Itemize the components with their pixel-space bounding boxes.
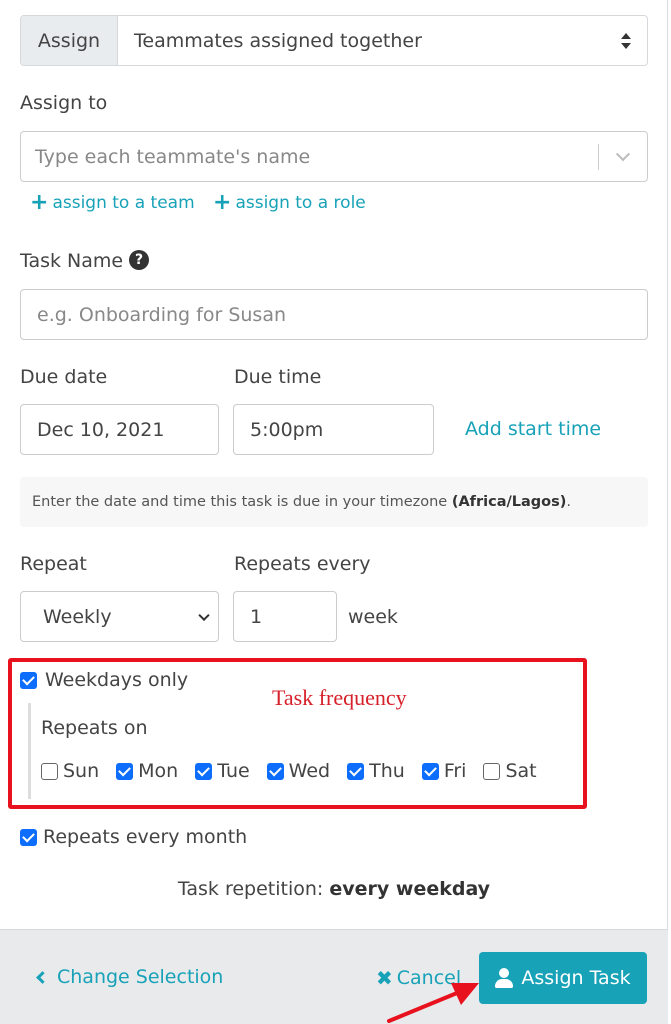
due-date-label: Due date: [20, 366, 108, 388]
day-checkbox-wed[interactable]: Wed: [266, 760, 331, 782]
day-checkbox-sat[interactable]: Sat: [483, 760, 537, 782]
assign-task-button[interactable]: Assign Task: [479, 952, 647, 1004]
day-checkbox-fri[interactable]: Fri: [421, 760, 467, 782]
assign-to-label: Assign to: [20, 92, 108, 114]
day-checkbox-mon[interactable]: Mon: [116, 760, 178, 782]
change-selection-text: Change Selection: [57, 966, 224, 988]
due-time-label: Due time: [234, 366, 322, 388]
timezone-value: (Africa/Lagos): [451, 494, 567, 510]
change-selection-link[interactable]: Change Selection: [36, 966, 224, 988]
repeats-on-label: Repeats on: [41, 717, 148, 739]
repeats-on-days: Sun Mon Tue Wed Thu Fri Sat: [41, 760, 554, 782]
checkbox-checked-icon[interactable]: [20, 828, 37, 846]
assign-task-panel: Assign Teammates assigned together Assig…: [0, 0, 668, 1024]
chevron-left-icon: [36, 970, 49, 984]
sort-updown-icon: [621, 32, 631, 49]
repeats-on-indent-bar: [28, 703, 31, 799]
assign-to-role-link[interactable]: + assign to a role: [213, 192, 366, 214]
day-label: Mon: [138, 760, 179, 782]
due-date-input[interactable]: Dec 10, 2021: [20, 404, 219, 455]
assign-task-text: Assign Task: [521, 967, 631, 989]
cancel-text: Cancel: [396, 967, 462, 989]
assign-mode-select[interactable]: Teammates assigned together: [118, 16, 647, 65]
chevron-down-icon: [198, 609, 210, 621]
task-name-label: Task Name?: [20, 249, 150, 272]
task-name-input[interactable]: e.g. Onboarding for Susan: [20, 289, 648, 340]
timezone-info-suffix: .: [566, 494, 572, 510]
task-name-label-text: Task Name: [20, 250, 124, 272]
repeat-unit-label: week: [348, 606, 398, 628]
repeat-frequency-value: Weekly: [43, 605, 112, 628]
day-label: Thu: [369, 760, 405, 782]
checkbox-unchecked-icon[interactable]: [41, 762, 58, 780]
plus-icon: +: [30, 190, 49, 215]
task-repetition-summary: Task repetition: every weekday: [0, 878, 668, 900]
day-label: Wed: [288, 760, 331, 782]
weekdays-only-label: Weekdays only: [45, 669, 189, 691]
assign-mode-value: Teammates assigned together: [134, 29, 422, 52]
cancel-link[interactable]: ✖ Cancel: [376, 966, 461, 990]
assign-mode-select-group[interactable]: Assign Teammates assigned together: [20, 15, 648, 66]
summary-value: every weekday: [329, 878, 491, 900]
add-start-time-link[interactable]: Add start time: [465, 418, 601, 440]
close-icon: ✖: [376, 966, 393, 990]
assign-to-role-text: assign to a role: [235, 193, 366, 213]
annotation-task-frequency: Task frequency: [272, 685, 407, 710]
due-time-input[interactable]: 5:00pm: [233, 404, 434, 455]
day-label: Tue: [217, 760, 250, 782]
checkbox-checked-icon[interactable]: [20, 671, 37, 689]
question-circle-icon[interactable]: ?: [129, 249, 150, 270]
repeat-frequency-select[interactable]: Weekly: [20, 591, 219, 642]
repeats-every-label: Repeats every: [234, 553, 371, 575]
assign-to-team-text: assign to a team: [52, 193, 195, 213]
day-checkbox-thu[interactable]: Thu: [347, 760, 405, 782]
repeat-label: Repeat: [20, 553, 87, 575]
chevron-down-icon[interactable]: [599, 132, 647, 181]
day-checkbox-tue[interactable]: Tue: [195, 760, 250, 782]
assign-to-team-link[interactable]: + assign to a team: [30, 192, 195, 214]
timezone-info-text: Enter the date and time this task is due…: [32, 494, 448, 510]
day-checkbox-sun[interactable]: Sun: [41, 760, 99, 782]
assign-addon-label: Assign: [21, 16, 118, 65]
day-label: Fri: [443, 760, 467, 782]
timezone-info: Enter the date and time this task is due…: [20, 477, 648, 527]
weekdays-only-checkbox[interactable]: Weekdays only: [20, 669, 188, 691]
repeats-every-month-checkbox[interactable]: Repeats every month: [20, 826, 247, 848]
checkbox-checked-icon[interactable]: [347, 762, 365, 780]
user-icon: [495, 968, 514, 988]
checkbox-unchecked-icon[interactable]: [483, 762, 501, 780]
summary-prefix: Task repetition:: [177, 878, 330, 900]
checkbox-checked-icon[interactable]: [116, 762, 134, 780]
day-label: Sat: [505, 760, 537, 782]
checkbox-checked-icon[interactable]: [195, 762, 213, 780]
plus-icon: +: [213, 190, 232, 215]
repeats-every-input[interactable]: 1: [233, 591, 337, 642]
teammate-combobox[interactable]: Type each teammate's name: [20, 131, 648, 182]
teammate-input-placeholder[interactable]: Type each teammate's name: [21, 146, 598, 168]
checkbox-checked-icon[interactable]: [266, 762, 284, 780]
repeats-every-month-label: Repeats every month: [43, 826, 248, 848]
checkbox-checked-icon[interactable]: [421, 762, 439, 780]
day-label: Sun: [63, 760, 100, 782]
